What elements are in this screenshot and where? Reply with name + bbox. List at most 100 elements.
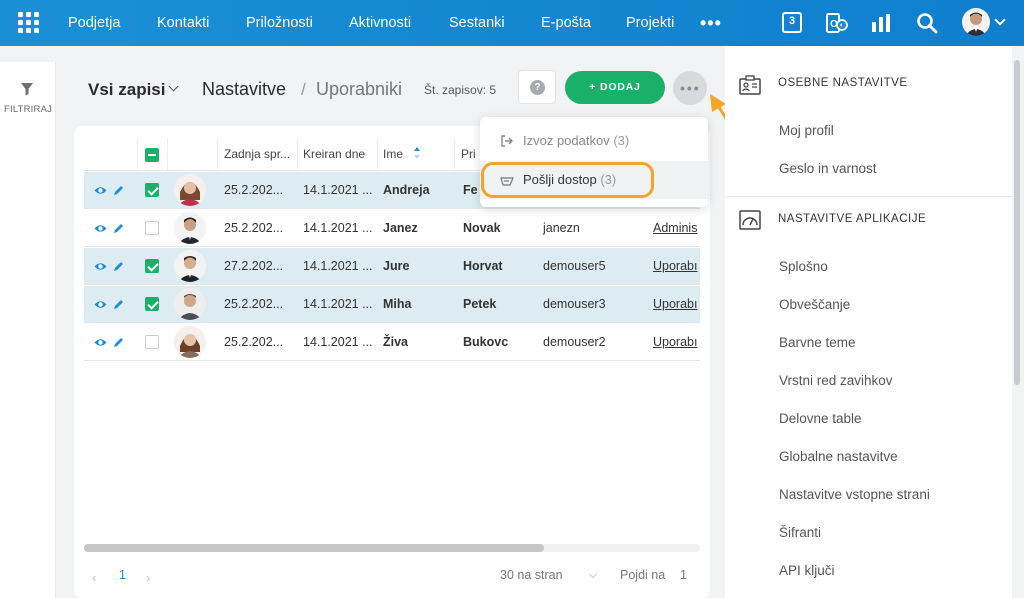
- settings-item-code-lists[interactable]: Šifranti: [779, 525, 821, 540]
- table-row[interactable]: 25.2.202... 14.1.2021 ... Miha Petek dem…: [84, 286, 700, 323]
- gauge-icon: [739, 210, 761, 230]
- filter-funnel-icon[interactable]: [20, 82, 34, 96]
- view-eye-icon[interactable]: [94, 260, 107, 273]
- nav-eposta[interactable]: E-pošta: [541, 15, 591, 31]
- current-page-number[interactable]: 1: [119, 568, 126, 582]
- column-header-last-name[interactable]: Pri: [461, 147, 476, 161]
- edit-pencil-icon[interactable]: [112, 184, 125, 197]
- edit-pencil-icon[interactable]: [112, 222, 125, 235]
- cell-last-name: Fe: [463, 183, 478, 197]
- help-icon: ?: [530, 80, 545, 95]
- table-row[interactable]: 25.2.202... 14.1.2021 ... Janez Novak ja…: [84, 210, 700, 247]
- row-checkbox[interactable]: [145, 335, 159, 349]
- row-checkbox[interactable]: [145, 221, 159, 235]
- edit-pencil-icon[interactable]: [112, 336, 125, 349]
- chevron-down-icon[interactable]: [168, 81, 179, 92]
- dots-icon: •••: [680, 80, 701, 96]
- table-row[interactable]: 25.2.202... 14.1.2021 ... Živa Bukovc de…: [84, 324, 700, 361]
- more-nav-icon[interactable]: •••: [700, 13, 722, 34]
- sort-icon[interactable]: [413, 146, 421, 160]
- goto-page-input[interactable]: 1: [680, 568, 687, 582]
- settings-item-landing-page[interactable]: Nastavitve vstopne strani: [779, 487, 930, 502]
- cell-role-link[interactable]: Uporabı: [653, 335, 697, 349]
- view-eye-icon[interactable]: [94, 298, 107, 311]
- next-page-icon[interactable]: ›: [146, 570, 150, 585]
- nav-sestanki[interactable]: Sestanki: [449, 15, 505, 31]
- view-eye-icon[interactable]: [94, 222, 107, 235]
- row-checkbox[interactable]: [145, 183, 159, 197]
- settings-item-api-keys[interactable]: API ključi: [779, 563, 835, 578]
- cell-last-modified: 25.2.202...: [224, 183, 284, 197]
- settings-item-global-settings[interactable]: Globalne nastavitve: [779, 449, 898, 464]
- page-size-select[interactable]: 30 na stran: [500, 568, 563, 582]
- id-card-icon: [739, 75, 761, 95]
- nav-priloznosti[interactable]: Priložnosti: [246, 15, 313, 31]
- cell-username: demouser2: [543, 335, 606, 349]
- outlook-sync-icon[interactable]: O: [826, 12, 848, 34]
- settings-item-general[interactable]: Splošno: [779, 259, 828, 274]
- avatar: [174, 174, 206, 206]
- view-selector[interactable]: Vsi zapisi: [88, 80, 165, 100]
- settings-item-color-themes[interactable]: Barvne teme: [779, 335, 856, 350]
- column-header-last-modified[interactable]: Zadnja spr...: [224, 147, 290, 161]
- search-icon[interactable]: [916, 12, 938, 34]
- row-checkbox[interactable]: [145, 297, 159, 311]
- settings-item-dashboards[interactable]: Delovne table: [779, 411, 862, 426]
- cell-last-modified: 25.2.202...: [224, 297, 284, 311]
- cell-created: 14.1.2021 ...: [303, 259, 373, 273]
- select-all-checkbox[interactable]: [145, 148, 159, 162]
- nav-projekti[interactable]: Projekti: [626, 15, 674, 31]
- row-checkbox[interactable]: [145, 259, 159, 273]
- cell-first-name: Miha: [383, 297, 412, 311]
- cell-created: 14.1.2021 ...: [303, 183, 373, 197]
- cell-last-modified: 25.2.202...: [224, 221, 284, 235]
- filter-label[interactable]: FILTRIRAJ: [4, 104, 52, 115]
- cell-first-name: Janez: [383, 221, 418, 235]
- divider: [725, 196, 1012, 197]
- nav-aktivnosti[interactable]: Aktivnosti: [349, 15, 411, 31]
- avatar: [174, 212, 206, 244]
- cell-last-name: Bukovc: [463, 335, 509, 349]
- export-icon: [501, 135, 513, 147]
- cell-last-name: Horvat: [463, 259, 503, 273]
- highlight-outline: [481, 162, 654, 198]
- reports-chart-icon[interactable]: [870, 12, 892, 34]
- cell-role-link[interactable]: Adminis: [653, 221, 697, 235]
- vertical-scrollbar[interactable]: [1014, 60, 1020, 385]
- settings-item-tab-order[interactable]: Vrstni red zavihkov: [779, 373, 893, 388]
- goto-page-label: Pojdi na: [620, 568, 666, 582]
- avatar: [174, 250, 206, 282]
- user-menu-chevron-icon[interactable]: [994, 14, 1006, 26]
- record-count: Št. zapisov: 5: [424, 83, 497, 97]
- cell-role-link[interactable]: Uporabı: [653, 259, 697, 273]
- apps-grid-icon[interactable]: [18, 12, 39, 33]
- calendar-icon[interactable]: 3: [782, 12, 802, 33]
- nav-podjetja[interactable]: Podjetja: [68, 15, 120, 31]
- table-row[interactable]: 27.2.202... 14.1.2021 ... Jure Horvat de…: [84, 248, 700, 285]
- horizontal-scrollbar[interactable]: [84, 544, 700, 552]
- menu-item-label: Izvoz podatkov: [523, 133, 610, 148]
- cell-first-name: Živa: [383, 335, 409, 349]
- edit-pencil-icon[interactable]: [112, 260, 125, 273]
- column-header-first-name[interactable]: Ime: [383, 147, 403, 161]
- view-eye-icon[interactable]: [94, 336, 107, 349]
- section-title-personal: OSEBNE NASTAVITVE: [778, 77, 908, 89]
- edit-pencil-icon[interactable]: [112, 298, 125, 311]
- settings-item-my-profile[interactable]: Moj profil: [779, 123, 834, 138]
- cell-role-link[interactable]: Uporabı: [653, 297, 697, 311]
- add-button[interactable]: + DODAJ: [565, 71, 665, 104]
- help-button[interactable]: ?: [518, 70, 556, 104]
- breadcrumb-root[interactable]: Nastavitve: [202, 79, 286, 100]
- cell-created: 14.1.2021 ...: [303, 297, 373, 311]
- user-avatar[interactable]: [962, 8, 990, 36]
- settings-item-notifications[interactable]: Obveščanje: [779, 297, 850, 312]
- settings-item-password-security[interactable]: Geslo in varnost: [779, 161, 877, 176]
- chevron-down-icon[interactable]: [588, 569, 598, 579]
- menu-item-export[interactable]: Izvoz podatkov (3): [480, 121, 708, 161]
- view-eye-icon[interactable]: [94, 184, 107, 197]
- column-header-created[interactable]: Kreiran dne: [303, 147, 365, 161]
- cell-last-modified: 27.2.202...: [224, 259, 284, 273]
- scrollbar-thumb[interactable]: [84, 544, 544, 552]
- nav-kontakti[interactable]: Kontakti: [157, 15, 209, 31]
- previous-page-icon[interactable]: ‹: [92, 570, 96, 585]
